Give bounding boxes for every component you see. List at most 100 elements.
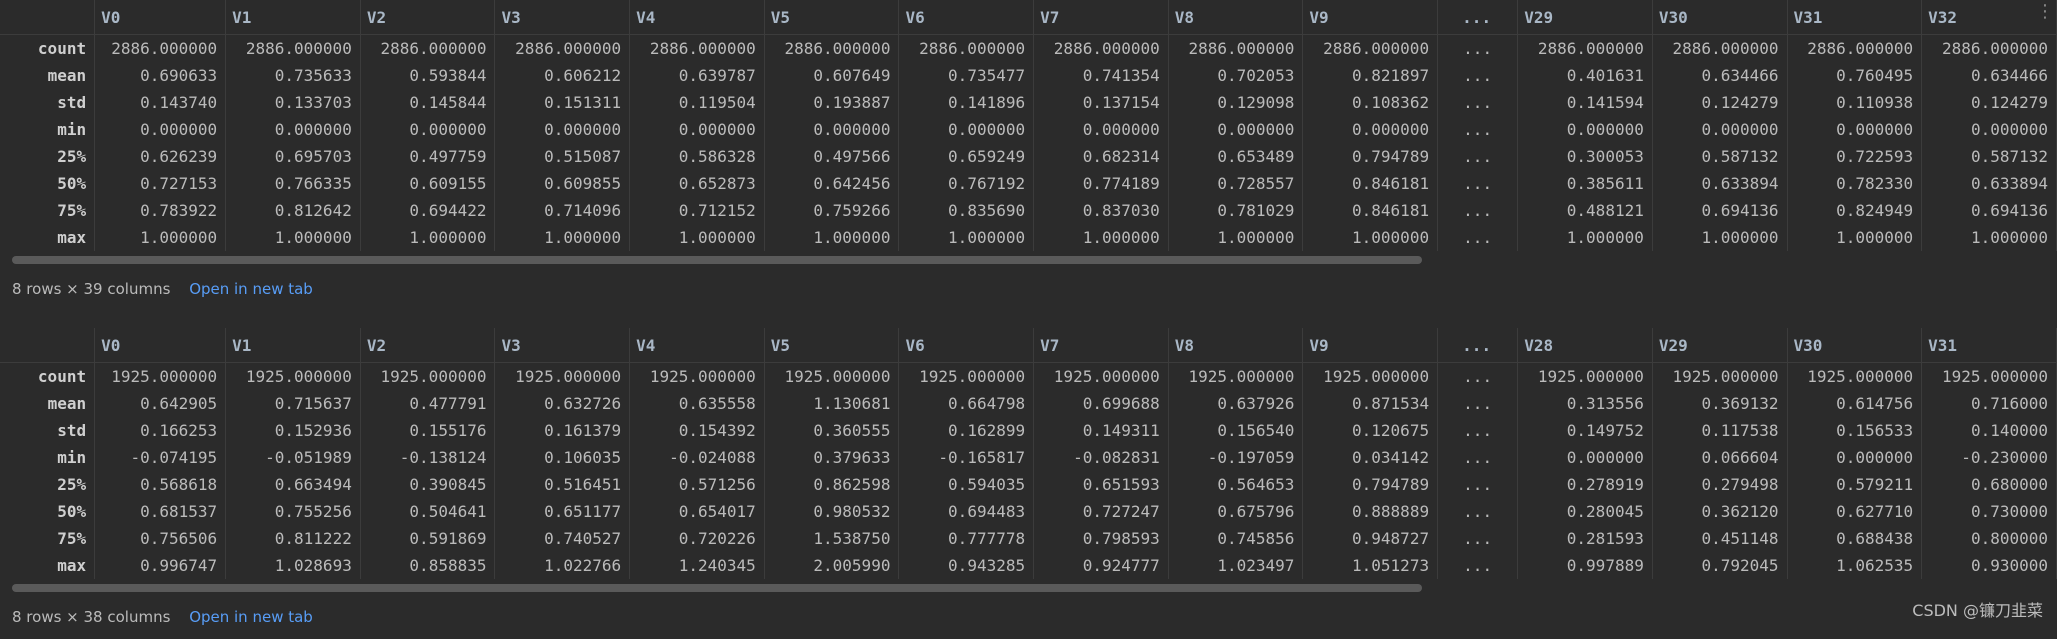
table-cell: 0.516451 [494, 471, 631, 498]
table-cell: 0.794789 [1302, 143, 1439, 170]
horizontal-scrollbar[interactable] [12, 256, 1422, 264]
table-cell: 0.119504 [629, 89, 765, 116]
table-row: 25% 0.568618 0.663494 0.390845 0.516451 0.571… [0, 471, 2057, 498]
column-header[interactable]: V3 [494, 328, 631, 363]
table-cell: 0.066604 [1652, 444, 1788, 471]
dataframe-output-1: V0 V1 V2 V3 V4 V5 V6 V7 V8 V9... V29 V30 V31 V32 coun… [0, 0, 2057, 298]
table-cell: 1.000000 [629, 224, 765, 251]
table-cell: 2.005990 [764, 552, 900, 579]
ellipsis-column-header[interactable]: ... [1437, 0, 1519, 35]
table-cell: 0.862598 [764, 471, 900, 498]
table-cell: 0.730000 [1921, 498, 2057, 525]
open-in-new-tab-link[interactable]: Open in new tab [189, 608, 313, 626]
column-header[interactable]: V30 [1652, 0, 1788, 35]
column-header[interactable]: V1 [225, 0, 361, 35]
column-header[interactable]: V7 [1033, 0, 1169, 35]
table-cell: 0.639787 [629, 62, 765, 89]
table-cell: 1925.000000 [1168, 362, 1304, 390]
column-header[interactable]: V29 [1517, 0, 1653, 35]
table-cell: 1.000000 [1787, 224, 1923, 251]
table-cell: 1.538750 [764, 525, 900, 552]
table-cell: 0.735477 [898, 62, 1035, 89]
table-cell: 0.715637 [225, 390, 361, 417]
table-cell: 0.740527 [494, 525, 631, 552]
table-cell: 0.642456 [764, 170, 900, 197]
table-cell: 0.120675 [1302, 417, 1439, 444]
table-cell: 0.688438 [1787, 525, 1923, 552]
table-cell: 0.627710 [1787, 498, 1923, 525]
column-header[interactable]: V1 [225, 328, 361, 363]
table-cell: 2886.000000 [225, 34, 361, 62]
table-row: 25% 0.626239 0.695703 0.497759 0.515087 0.586… [0, 143, 2057, 170]
table-cell: 0.783922 [94, 197, 227, 224]
table-cell: 0.781029 [1168, 197, 1304, 224]
table-cell: 0.716000 [1921, 390, 2057, 417]
table-cell: 0.369132 [1652, 390, 1788, 417]
table-row: std 0.143740 0.133703 0.145844 0.151311 0.119… [0, 89, 2057, 116]
column-header[interactable]: V3 [494, 0, 631, 35]
header-row: V0 V1 V2 V3 V4 V5 V6 V7 V8 V9... V29 V30 V31 V32 [0, 0, 2057, 35]
horizontal-scrollbar[interactable] [12, 584, 1422, 592]
row-index-label: 75% [0, 197, 96, 224]
table-cell: 0.390845 [360, 471, 496, 498]
column-header[interactable]: V0 [94, 0, 227, 35]
column-header[interactable]: V9 [1302, 328, 1439, 363]
column-header[interactable]: V9 [1302, 0, 1439, 35]
column-header[interactable]: V2 [360, 328, 496, 363]
table-viewport-1[interactable]: V0 V1 V2 V3 V4 V5 V6 V7 V8 V9... V29 V30 V31 V32 coun… [0, 0, 2057, 256]
column-header[interactable]: V4 [629, 328, 765, 363]
table-cell: 0.152936 [225, 417, 361, 444]
table-cell: 0.385611 [1517, 170, 1653, 197]
table-cell: 1.130681 [764, 390, 900, 417]
table-cell: 2886.000000 [1652, 34, 1788, 62]
column-header[interactable]: V2 [360, 0, 496, 35]
ellipsis-cell: ... [1437, 34, 1519, 62]
table-cell: 0.680000 [1921, 471, 2057, 498]
column-header[interactable]: V6 [898, 0, 1035, 35]
column-header[interactable]: V5 [764, 0, 900, 35]
vertical-ellipsis-icon[interactable]: ⋮ [2036, 3, 2054, 21]
table-cell: 0.129098 [1168, 89, 1304, 116]
table-cell: 2886.000000 [764, 34, 900, 62]
table-viewport-2[interactable]: V0 V1 V2 V3 V4 V5 V6 V7 V8 V9... V28 V29 V30 V31 coun… [0, 328, 2057, 584]
table-cell: 0.824949 [1787, 197, 1923, 224]
column-header[interactable]: V8 [1168, 0, 1304, 35]
ellipsis-column-header[interactable]: ... [1437, 328, 1519, 363]
column-header[interactable]: V0 [94, 328, 227, 363]
table-cell: 0.930000 [1921, 552, 2057, 579]
column-header[interactable]: V30 [1787, 328, 1923, 363]
table-cell: 0.000000 [898, 116, 1035, 143]
table-cell: 1.000000 [360, 224, 496, 251]
column-header[interactable]: V31 [1921, 328, 2057, 363]
table-cell: 0.996747 [94, 552, 227, 579]
column-header[interactable]: V28 [1517, 328, 1653, 363]
ellipsis-cell: ... [1437, 552, 1519, 579]
column-header[interactable]: V6 [898, 328, 1035, 363]
table-cell: 0.659249 [898, 143, 1035, 170]
column-header[interactable]: V29 [1652, 328, 1788, 363]
table-cell: 0.727247 [1033, 498, 1169, 525]
table-cell: -0.051989 [225, 444, 361, 471]
ellipsis-cell: ... [1437, 362, 1519, 390]
open-in-new-tab-link[interactable]: Open in new tab [189, 280, 313, 298]
table-cell: 1.023497 [1168, 552, 1304, 579]
column-header[interactable]: V5 [764, 328, 900, 363]
table-cell: 0.108362 [1302, 89, 1439, 116]
table-cell: 0.497759 [360, 143, 496, 170]
table-cell: 0.000000 [1787, 116, 1923, 143]
column-header[interactable]: V31 [1787, 0, 1923, 35]
column-header[interactable]: V4 [629, 0, 765, 35]
table-cell: 1.000000 [898, 224, 1035, 251]
table-cell: 0.497566 [764, 143, 900, 170]
table-row: min 0.000000 0.000000 0.000000 0.000000 0.000… [0, 116, 2057, 143]
table-cell: 0.000000 [1652, 116, 1788, 143]
table-cell: 0.579211 [1787, 471, 1923, 498]
table-cell: 0.606212 [494, 62, 631, 89]
table-cell: 0.279498 [1652, 471, 1788, 498]
table-cell: 1.000000 [225, 224, 361, 251]
ellipsis-cell: ... [1437, 417, 1519, 444]
column-header[interactable]: V7 [1033, 328, 1169, 363]
table-cell: 1925.000000 [225, 362, 361, 390]
header-row: V0 V1 V2 V3 V4 V5 V6 V7 V8 V9... V28 V29 V30 V31 [0, 328, 2057, 363]
column-header[interactable]: V8 [1168, 328, 1304, 363]
